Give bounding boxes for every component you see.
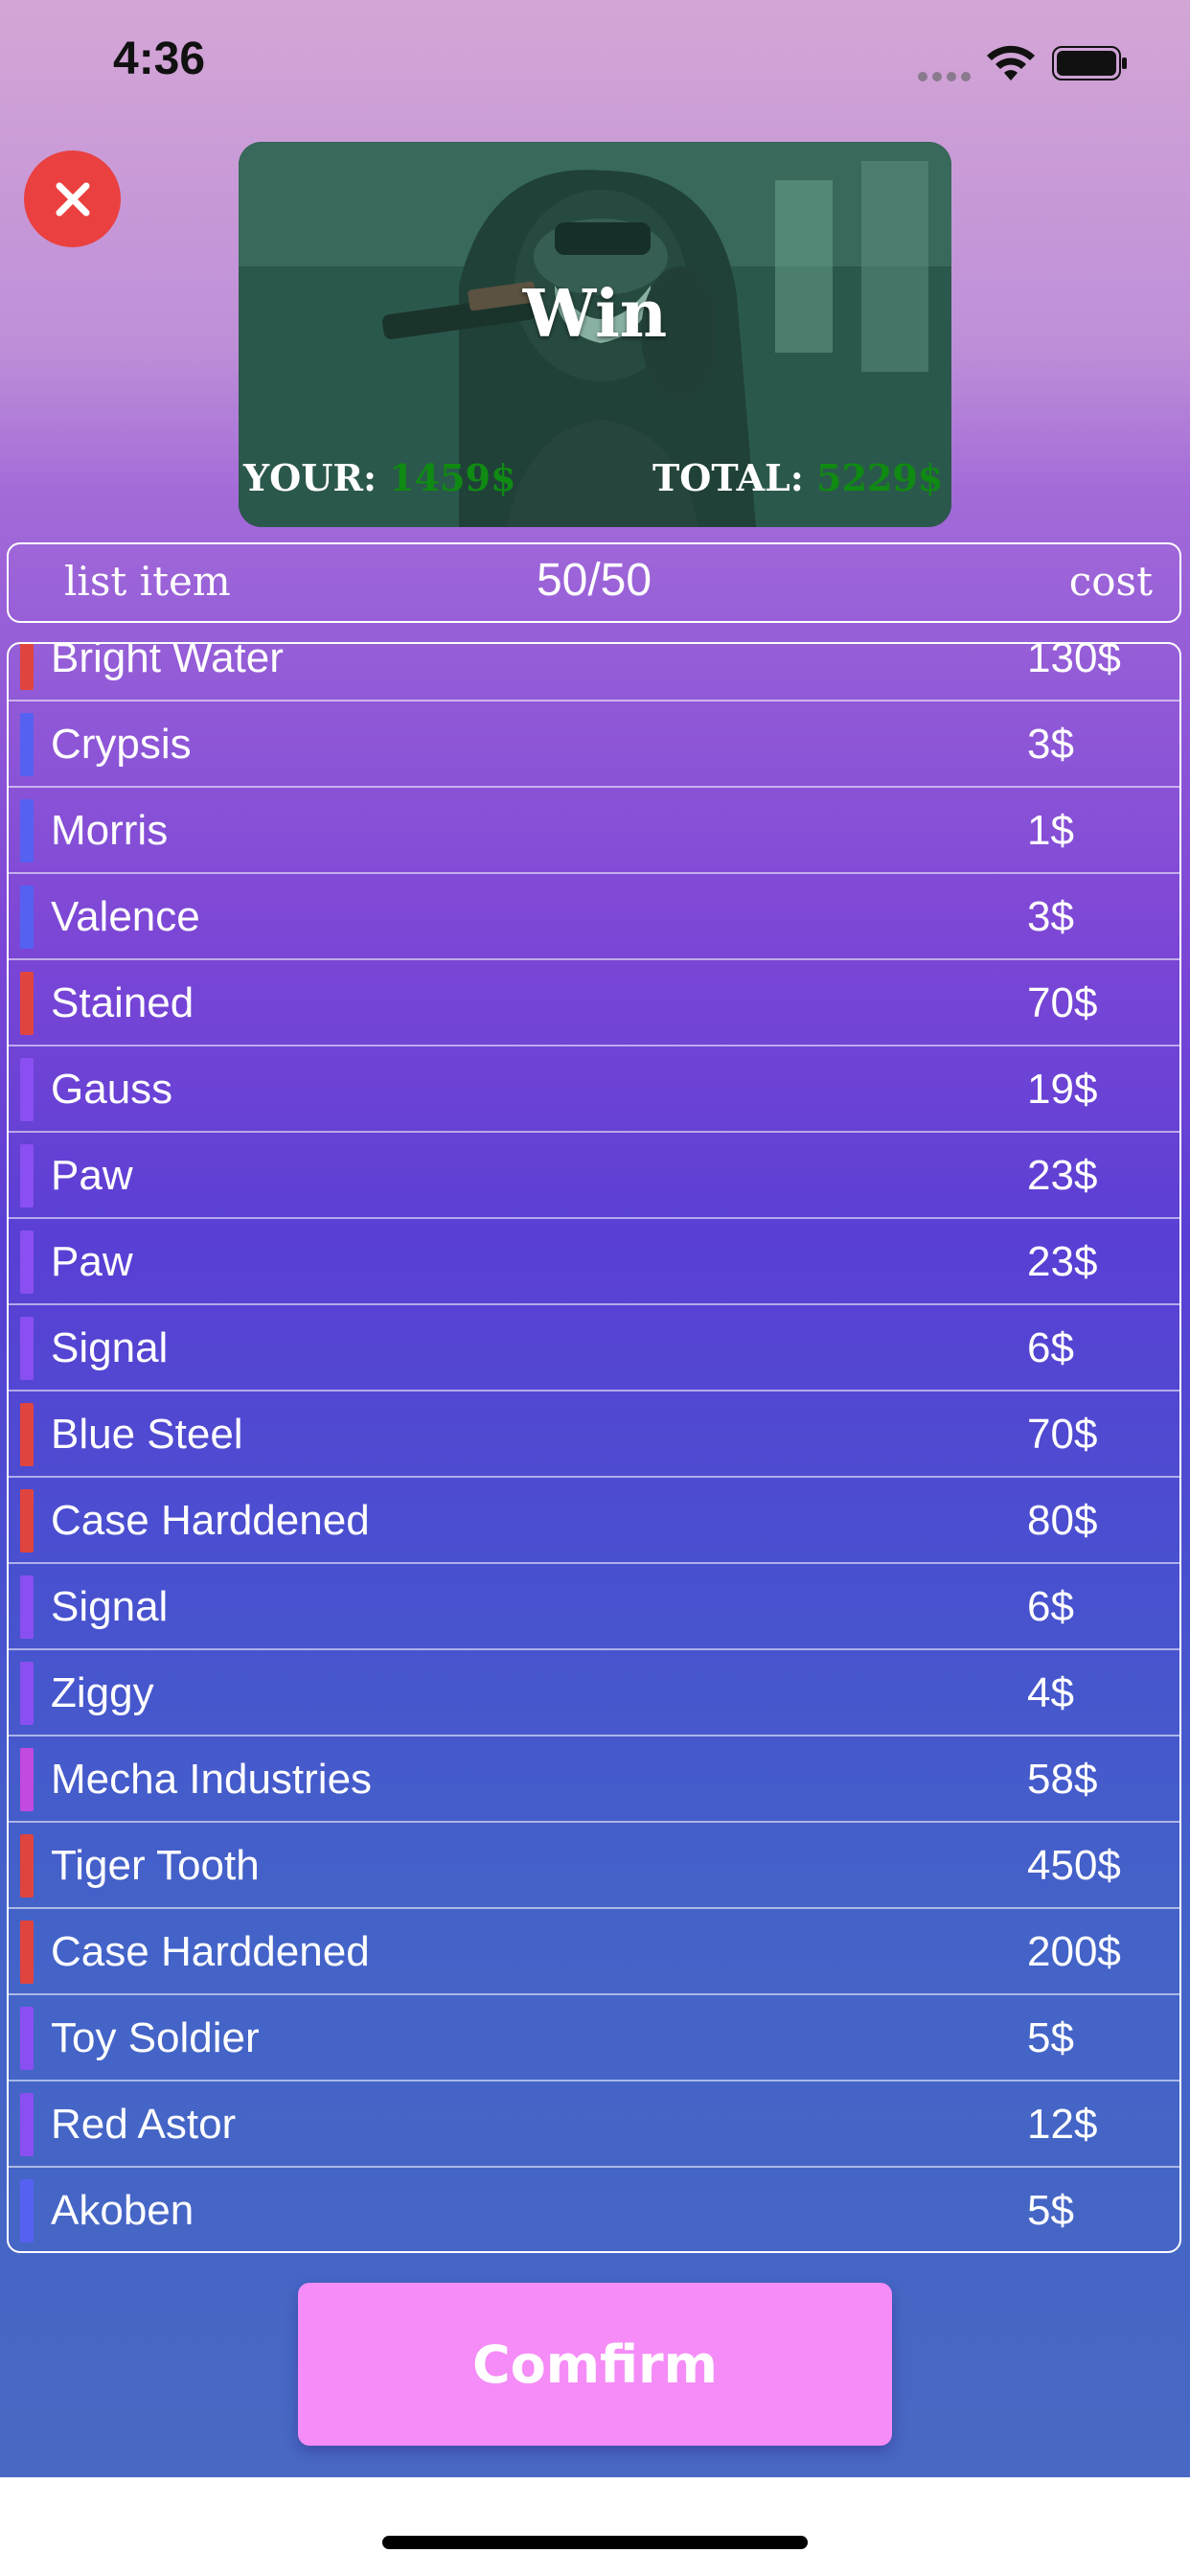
item-cost: 1$: [1027, 807, 1074, 854]
rarity-indicator: [20, 2093, 34, 2156]
your-winnings: YOUR: 1459$: [243, 456, 515, 499]
status-bar: 4:36: [0, 0, 1190, 134]
list-item[interactable]: Case Harddened 200$: [9, 1909, 1179, 1995]
item-name: Valence: [51, 893, 200, 940]
rarity-indicator: [20, 886, 34, 949]
item-cost: 5$: [1027, 2014, 1074, 2061]
item-name: Tiger Tooth: [51, 1842, 260, 1889]
item-name: Case Harddened: [51, 1928, 370, 1975]
list-item[interactable]: Crypsis 3$: [9, 702, 1179, 788]
item-cost: 5$: [1027, 2187, 1074, 2234]
item-cost: 70$: [1027, 979, 1098, 1026]
list-header: list item 50/50 cost: [7, 542, 1181, 623]
item-cost: 19$: [1027, 1066, 1098, 1113]
item-cost: 3$: [1027, 893, 1074, 940]
item-count: 50/50: [536, 555, 652, 606]
list-item[interactable]: Gauss 19$: [9, 1046, 1179, 1133]
item-cost: 80$: [1027, 1497, 1098, 1544]
confirm-label: Comfirm: [472, 2334, 718, 2395]
rarity-indicator: [20, 2007, 34, 2070]
item-cost: 23$: [1027, 1238, 1098, 1285]
wifi-icon: [987, 45, 1035, 80]
item-name: Signal: [51, 1324, 169, 1371]
item-name: Ziggy: [51, 1669, 154, 1716]
list-item[interactable]: Valence 3$: [9, 874, 1179, 960]
item-cost: 130$: [1027, 642, 1121, 681]
item-cost: 6$: [1027, 1583, 1074, 1630]
list-item[interactable]: Red Astor 12$: [9, 2082, 1179, 2168]
item-name: Gauss: [51, 1066, 173, 1113]
rarity-indicator: [20, 1662, 34, 1725]
rarity-indicator: [20, 2179, 34, 2242]
item-cost: 12$: [1027, 2101, 1098, 2148]
win-title: Win: [522, 276, 668, 353]
list-item[interactable]: Stained 70$: [9, 960, 1179, 1046]
rarity-indicator: [20, 1230, 34, 1294]
item-name: Akoben: [51, 2187, 195, 2234]
screen-background: 4:36 Win YOUR: 1459$ TOTAL: 5229$ list i…: [0, 0, 1190, 2477]
list-item[interactable]: Blue Steel 70$: [9, 1392, 1179, 1478]
item-cost: 23$: [1027, 1152, 1098, 1199]
list-item[interactable]: Bright Water 130$: [9, 642, 1179, 702]
your-label: YOUR:: [243, 456, 377, 499]
home-indicator: [382, 2536, 808, 2549]
item-name: Bright Water: [51, 642, 284, 681]
rarity-indicator: [20, 713, 34, 776]
list-item[interactable]: Tiger Tooth 450$: [9, 1823, 1179, 1909]
win-banner: Win YOUR: 1459$ TOTAL: 5229$: [239, 142, 951, 527]
list-item[interactable]: Toy Soldier 5$: [9, 1995, 1179, 2082]
item-cost: 70$: [1027, 1411, 1098, 1458]
item-name: Blue Steel: [51, 1411, 243, 1458]
rarity-indicator: [20, 644, 34, 690]
confirm-button[interactable]: Comfirm: [298, 2283, 892, 2446]
item-name: Case Harddened: [51, 1497, 370, 1544]
item-cost: 6$: [1027, 1324, 1074, 1371]
total-value: 5229$: [816, 456, 944, 499]
item-cost: 58$: [1027, 1756, 1098, 1803]
rarity-indicator: [20, 972, 34, 1035]
item-cost: 450$: [1027, 1842, 1121, 1889]
list-item[interactable]: Morris 1$: [9, 788, 1179, 874]
item-name: Mecha Industries: [51, 1756, 373, 1803]
rarity-indicator: [20, 1920, 34, 1984]
rarity-indicator: [20, 1317, 34, 1380]
close-icon: [56, 182, 89, 216]
item-name: Paw: [51, 1238, 133, 1285]
list-item[interactable]: Akoben 5$: [9, 2168, 1179, 2251]
list-item[interactable]: Mecha Industries 58$: [9, 1736, 1179, 1823]
signal-dots-icon: [918, 72, 972, 81]
close-button[interactable]: [24, 150, 121, 247]
item-name: Paw: [51, 1152, 133, 1199]
item-name: Crypsis: [51, 721, 192, 768]
rarity-indicator: [20, 1144, 34, 1208]
item-name: Red Astor: [51, 2101, 237, 2148]
rarity-indicator: [20, 1834, 34, 1898]
item-cost: 4$: [1027, 1669, 1074, 1716]
rarity-indicator: [20, 1489, 34, 1552]
rarity-indicator: [20, 799, 34, 862]
list-item[interactable]: Case Harddened 80$: [9, 1478, 1179, 1564]
list-item[interactable]: Paw 23$: [9, 1219, 1179, 1305]
your-value: 1459$: [389, 456, 516, 499]
list-item[interactable]: Signal 6$: [9, 1564, 1179, 1650]
item-list[interactable]: Bright Water 130$ Crypsis 3$ Morris 1$ Valence…: [7, 642, 1181, 2253]
rarity-indicator: [20, 1576, 34, 1639]
item-name: Toy Soldier: [51, 2014, 260, 2061]
item-cost: 200$: [1027, 1928, 1121, 1975]
battery-icon: [1052, 46, 1127, 80]
rarity-indicator: [20, 1403, 34, 1466]
rarity-indicator: [20, 1058, 34, 1121]
list-item[interactable]: Signal 6$: [9, 1305, 1179, 1392]
rarity-indicator: [20, 1748, 34, 1811]
item-cost: 3$: [1027, 721, 1074, 768]
cost-header: cost: [1068, 558, 1153, 605]
status-time: 4:36: [113, 34, 206, 84]
item-name: Morris: [51, 807, 169, 854]
list-item[interactable]: Paw 23$: [9, 1133, 1179, 1219]
total-label: TOTAL:: [652, 456, 804, 499]
total-winnings: TOTAL: 5229$: [652, 456, 943, 499]
item-name: Signal: [51, 1583, 169, 1630]
list-item[interactable]: Ziggy 4$: [9, 1650, 1179, 1736]
item-name: Stained: [51, 979, 195, 1026]
